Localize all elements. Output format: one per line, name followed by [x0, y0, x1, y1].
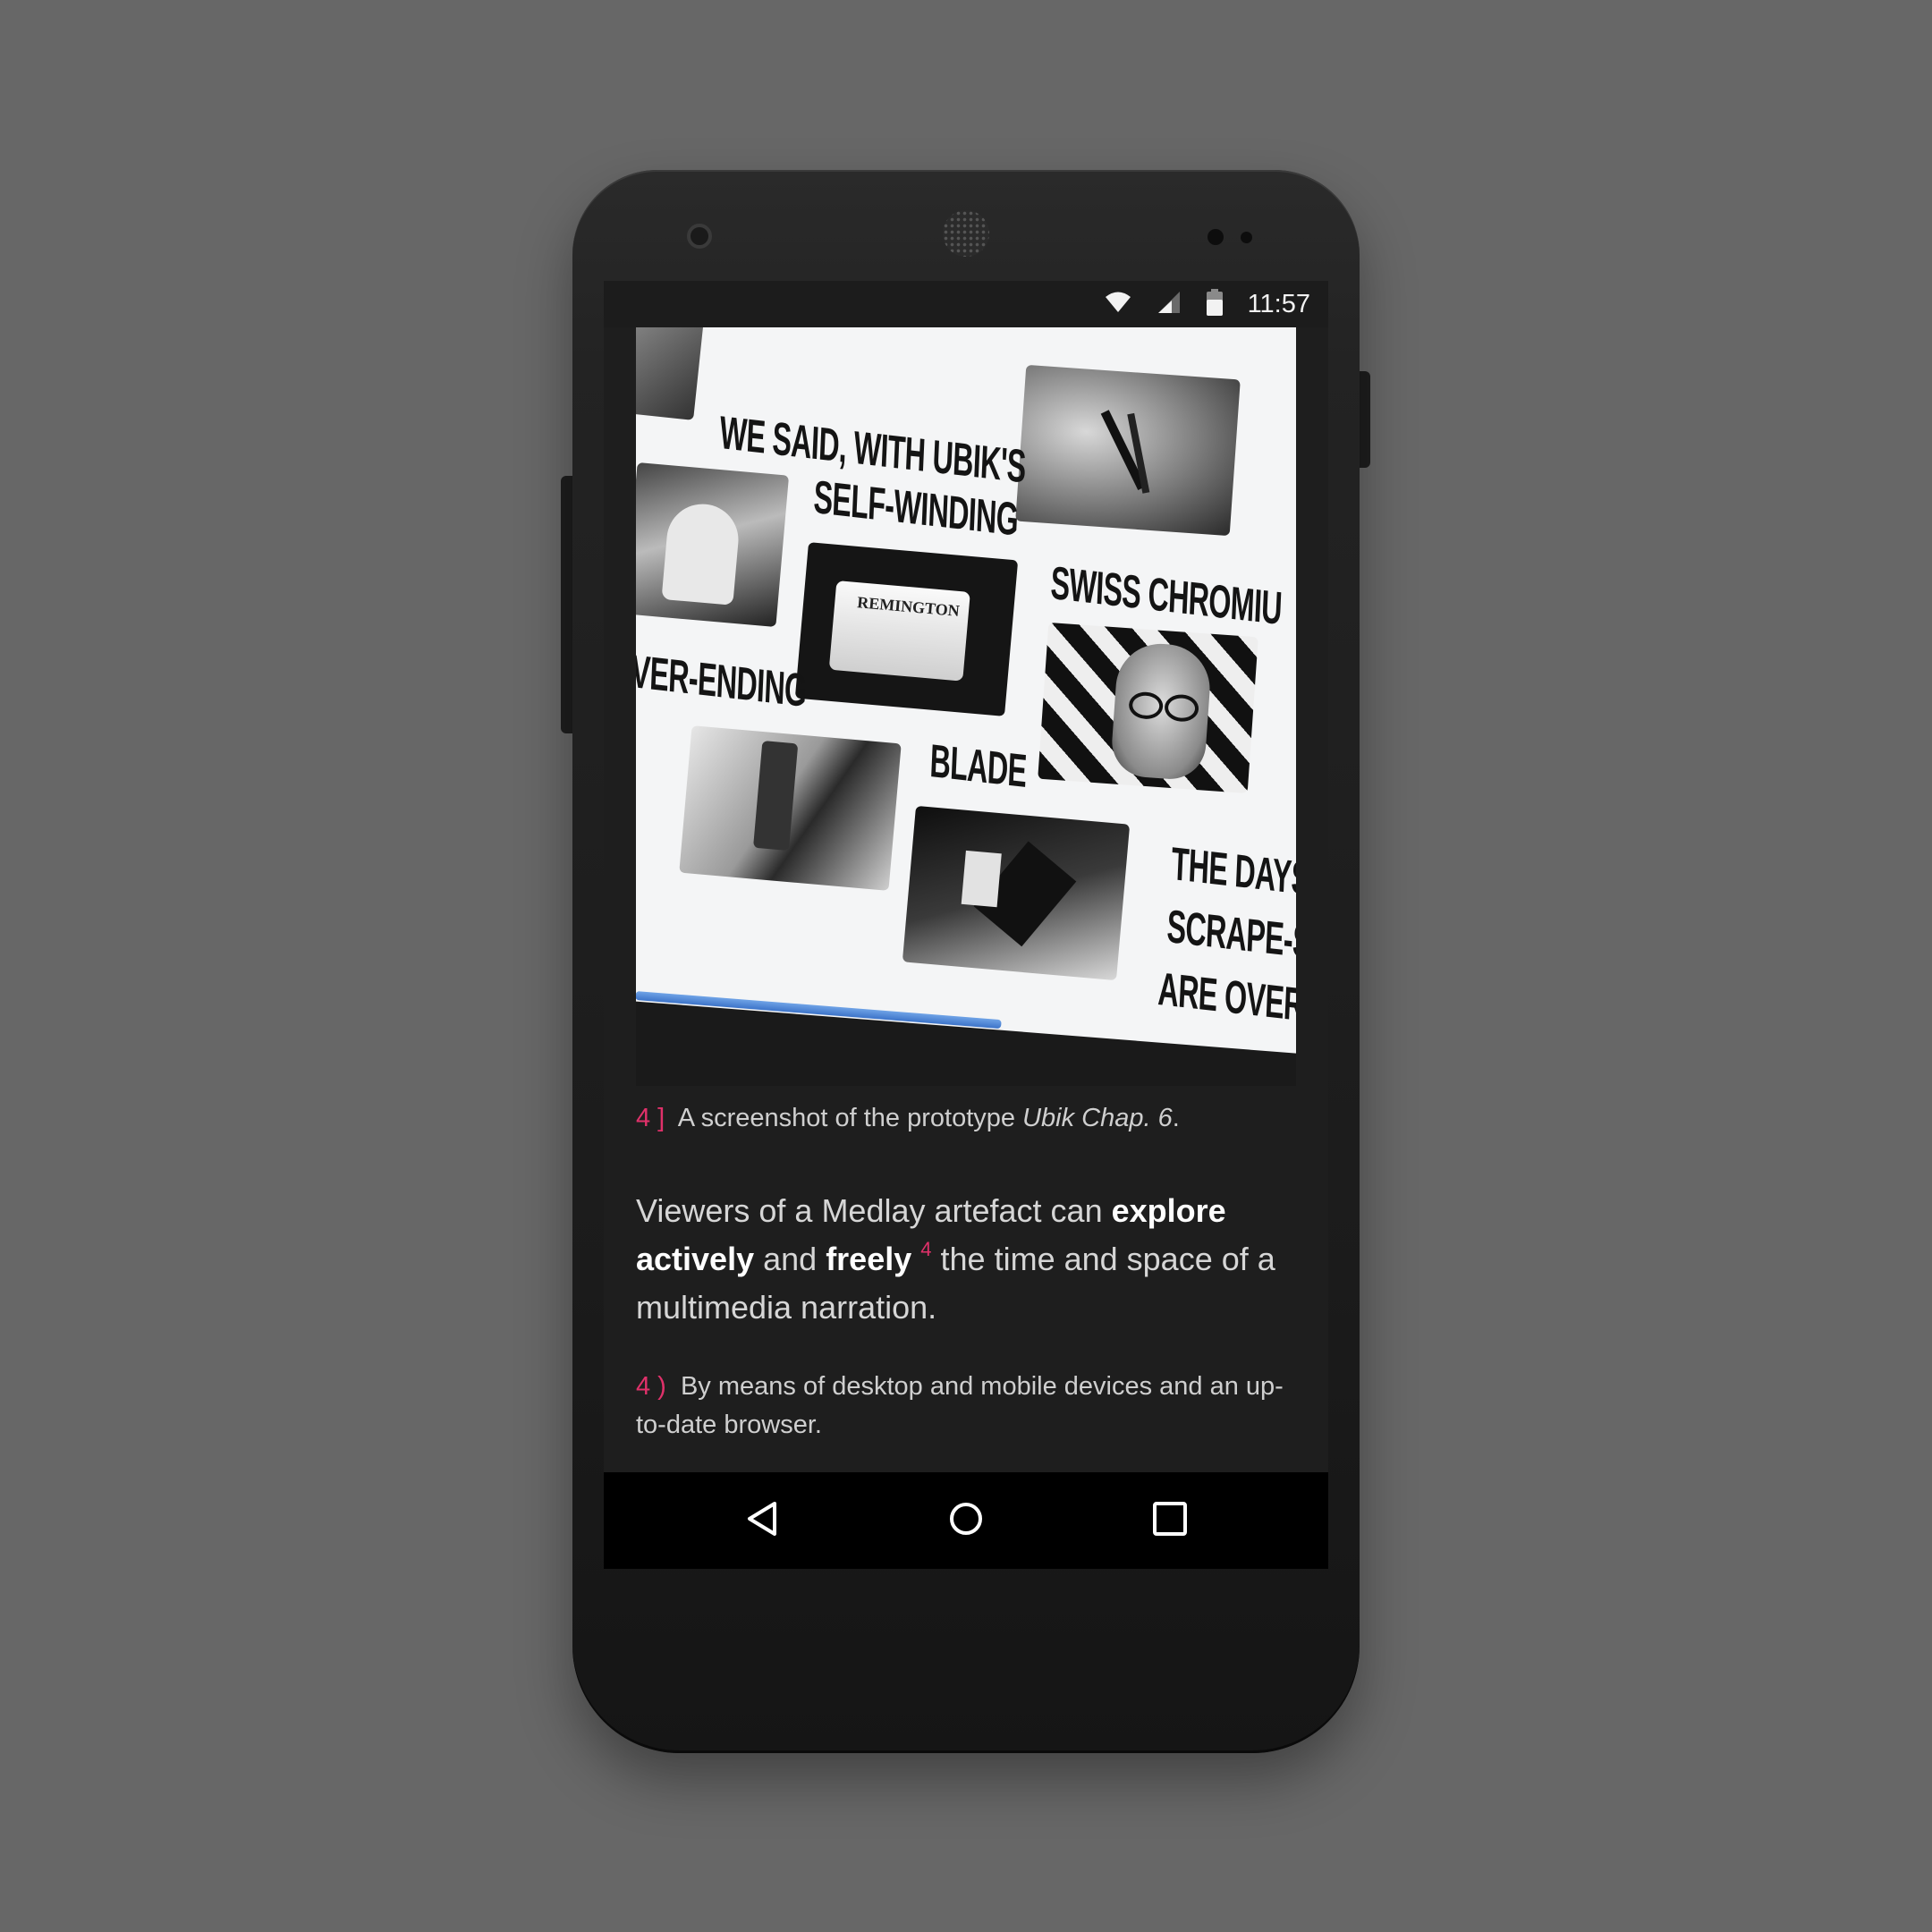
footnote-text: By means of desktop and mobile devices a… [636, 1372, 1284, 1439]
photo-razor-blade [902, 805, 1131, 981]
para-bold-freely: freely [826, 1241, 912, 1277]
phone-screen: 11:57 REMINGTON WE SAID, WITH UBIK'S SEL… [604, 281, 1328, 1569]
back-icon [744, 1500, 780, 1542]
light-sensor [1241, 232, 1252, 243]
status-icons: 11:57 [1105, 281, 1310, 327]
para-text-1: Viewers of a Medlay artefact can [636, 1192, 1112, 1229]
photo-razor-hands [679, 725, 902, 891]
navigation-bar [604, 1472, 1328, 1569]
para-bold-actively: actively [636, 1241, 755, 1277]
stage: 11:57 REMINGTON WE SAID, WITH UBIK'S SEL… [0, 0, 1932, 1932]
footnote: 4 ) By means of desktop and mobile devic… [636, 1368, 1298, 1445]
poster-text-line5: BLADE [928, 734, 1028, 799]
earpiece-speaker [943, 210, 989, 257]
photo-clock [1015, 364, 1241, 537]
para-text-3: and [754, 1241, 826, 1277]
recents-button[interactable] [1131, 1481, 1209, 1560]
para-bold-explore: explore [1111, 1192, 1226, 1229]
poster-text-line6: THE DAYS [1170, 837, 1296, 906]
photo-scientist [636, 462, 790, 628]
caption-text: A screenshot of the prototype [677, 1104, 1023, 1132]
caption-title: Ubik Chap. 6 [1022, 1104, 1173, 1132]
photo-top-left-fragment [636, 327, 704, 420]
wifi-icon [1105, 291, 1131, 318]
body-paragraph: Viewers of a Medlay artefact can explore… [636, 1187, 1298, 1332]
poster-collage: REMINGTON WE SAID, WITH UBIK'S SELF-WIND… [636, 327, 1296, 1086]
status-bar: 11:57 [604, 281, 1328, 327]
home-button[interactable] [927, 1481, 1005, 1560]
photo-man-glasses [1038, 623, 1258, 793]
caption-end: . [1172, 1104, 1180, 1132]
poster-text-line7: SCRAPE-S [1165, 900, 1296, 970]
poster-text-line8: ARE OVER. [1157, 962, 1296, 1033]
back-button[interactable] [723, 1481, 801, 1560]
volume-button[interactable] [561, 476, 573, 733]
home-icon [947, 1500, 985, 1542]
proximity-sensor [1208, 229, 1224, 245]
caption-marker: 4 ] [636, 1104, 665, 1132]
figure-caption: 4 ] A screenshot of the prototype Ubik C… [636, 1104, 1298, 1133]
prototype-screenshot-image[interactable]: REMINGTON WE SAID, WITH UBIK'S SELF-WIND… [636, 327, 1296, 1086]
battery-icon [1206, 288, 1223, 320]
footnote-marker: 4 ) [636, 1372, 666, 1401]
front-camera [687, 224, 712, 249]
poster-text-line3: SWISS CHROMIU [1049, 556, 1284, 635]
status-time: 11:57 [1247, 289, 1310, 318]
photo-remington-case: REMINGTON [794, 542, 1019, 716]
cellular-signal-icon [1157, 291, 1182, 318]
power-button[interactable] [1358, 371, 1370, 468]
footnote-reference[interactable]: 4 [920, 1238, 931, 1260]
recents-icon [1152, 1501, 1188, 1541]
poster-text-line4: VER-ENDING [636, 645, 808, 717]
